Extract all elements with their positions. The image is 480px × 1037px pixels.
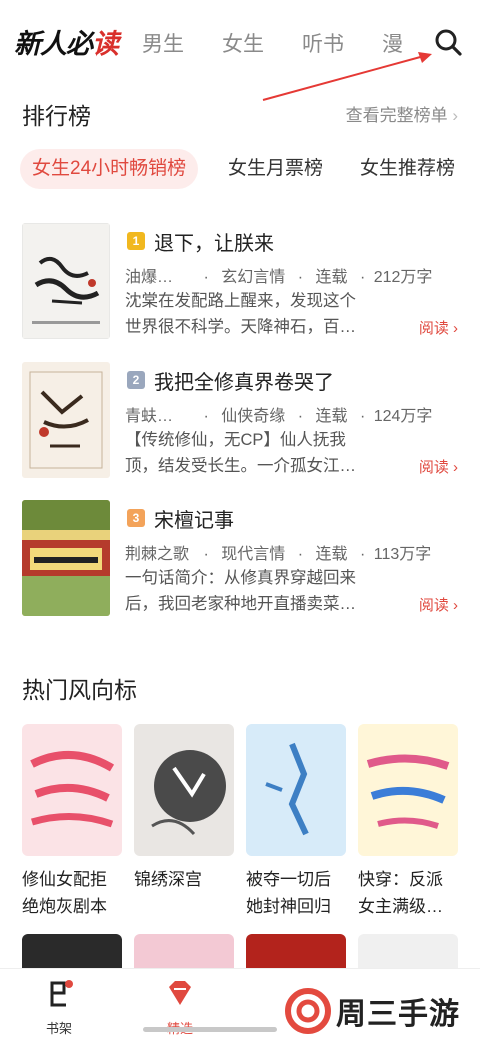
home-indicator [143, 1027, 277, 1032]
hot-book-title[interactable]: 被夺一切后 她封神回归 [246, 866, 346, 920]
book-cover[interactable] [134, 724, 234, 856]
hot-book-2[interactable]: 锦绣深宫 [134, 724, 234, 893]
book-meta: 青蚨… · 仙侠奇缘 · 连载 · 124万字 [125, 408, 433, 425]
diamond-icon [169, 981, 191, 1005]
tab-female-24h-bestseller[interactable]: 女生24小时畅销榜 [20, 149, 199, 189]
tab-female-recommend[interactable]: 女生推荐榜 [360, 149, 455, 189]
search-icon [435, 29, 462, 56]
book-meta: 荆棘之歌 · 现代言情 · 连载 · 113万字 [125, 546, 432, 563]
book-cover[interactable] [246, 724, 346, 856]
book-description: 沈棠在发配路上醒来，发现这个 世界很不科学。天降神石，百… [125, 292, 356, 336]
ranking-book-1[interactable]: 1 退下，让朕来 油爆… · 玄幻言情 · 连载 · 212万字 沈棠在发配路上… [0, 223, 480, 343]
book-cover[interactable] [358, 724, 458, 856]
read-button[interactable]: 阅读 › [419, 317, 458, 338]
tab-comic[interactable]: 漫 [382, 28, 403, 58]
rank-badge: 3 [127, 509, 145, 527]
book-cover[interactable] [22, 500, 110, 616]
tab-female-monthly-ticket[interactable]: 女生月票榜 [228, 149, 323, 189]
read-button[interactable]: 阅读 › [419, 456, 458, 477]
hot-trends-title: 热门风向标 [22, 677, 137, 703]
hot-book-title[interactable]: 快穿：反派 女主满级… [358, 866, 458, 920]
ranking-book-2[interactable]: 2 我把全修真界卷哭了 青蚨… · 仙侠奇缘 · 连载 · 124万字 【传统修… [0, 362, 480, 482]
tab-female[interactable]: 女生 [222, 28, 264, 58]
book-title[interactable]: 宋檀记事 [154, 504, 234, 533]
ranking-title: 排行榜 [22, 103, 91, 129]
hot-book-4[interactable]: 快穿：反派 女主满级… [358, 724, 458, 920]
book-title[interactable]: 我把全修真界卷哭了 [154, 366, 334, 395]
tab-audiobook[interactable]: 听书 [302, 28, 344, 58]
watermark-logo-icon [285, 988, 331, 1034]
search-button[interactable] [432, 26, 464, 58]
book-title[interactable]: 退下，让朕来 [154, 227, 274, 256]
hot-book-1[interactable]: 修仙女配拒 绝炮灰剧本 [22, 724, 122, 920]
bookshelf-icon [50, 980, 73, 1007]
rank-badge: 2 [127, 371, 145, 389]
hot-book-3[interactable]: 被夺一切后 她封神回归 [246, 724, 346, 920]
book-cover[interactable] [22, 362, 110, 478]
hot-book-title[interactable]: 修仙女配拒 绝炮灰剧本 [22, 866, 122, 920]
book-description: 【传统修仙，无CP】仙人抚我 顶，结发受长生。一介孤女江… [125, 431, 356, 475]
app-logo: 新人必读 [14, 29, 119, 60]
rank-badge: 1 [127, 232, 145, 250]
book-cover[interactable] [22, 724, 122, 856]
site-watermark: 周三手游网 [280, 985, 480, 1037]
tab-bookshelf[interactable]: 书架 [24, 979, 94, 1037]
top-nav: 新人必读 男生 女生 听书 漫 [0, 0, 480, 84]
book-meta: 油爆… · 玄幻言情 · 连载 · 212万字 [125, 269, 433, 286]
book-description: 一句话简介：从修真界穿越回来 后，我回老家种地开直播卖菜… [125, 569, 356, 613]
hot-book-title[interactable]: 锦绣深宫 [134, 866, 234, 893]
ranking-book-3[interactable]: 3 宋檀记事 荆棘之歌 · 现代言情 · 连载 · 113万字 一句话简介：从修… [0, 500, 480, 620]
view-full-ranking-link[interactable]: 查看完整榜单 › [346, 101, 458, 126]
book-cover[interactable] [22, 223, 110, 339]
tab-male[interactable]: 男生 [142, 28, 184, 58]
read-button[interactable]: 阅读 › [419, 594, 458, 615]
